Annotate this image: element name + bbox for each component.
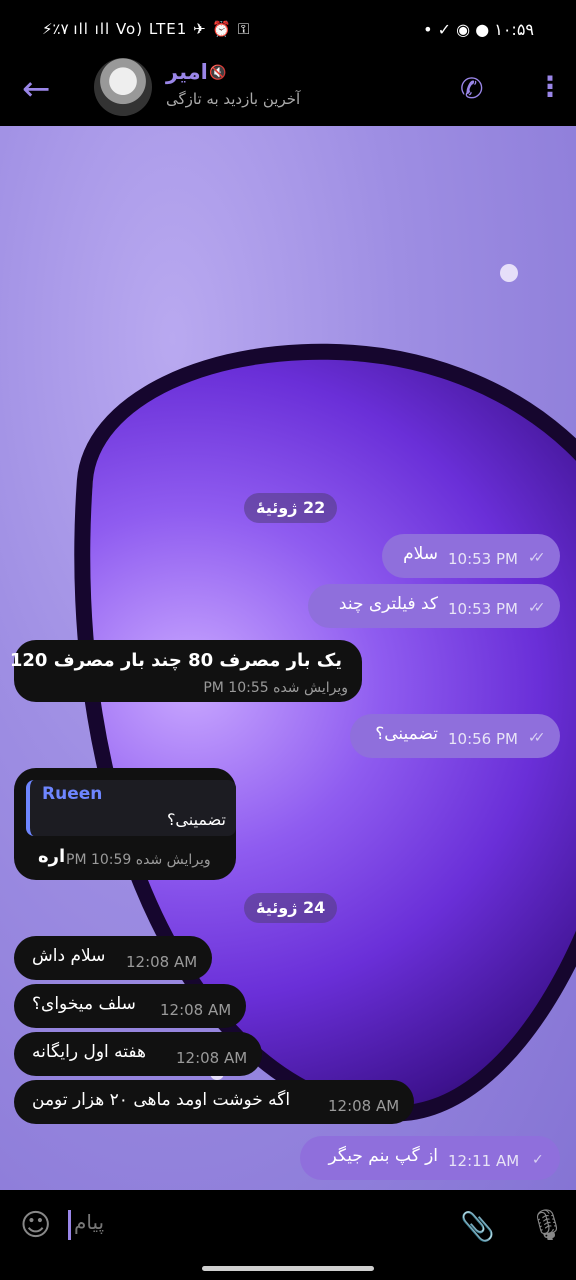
- reply-quote[interactable]: Rueen تضمینی؟: [26, 780, 236, 836]
- message-input[interactable]: پیام: [74, 1210, 104, 1234]
- message-bubble-incoming[interactable]: سلف میخوای؟ 12:08 AM: [14, 984, 246, 1028]
- message-time: 10:56 PM: [448, 730, 518, 748]
- message-bubble-incoming[interactable]: هفته اول رایگانه 12:08 AM: [14, 1032, 262, 1076]
- text-cursor: [68, 1210, 71, 1240]
- chat-name[interactable]: امیر: [166, 60, 208, 84]
- status-left: ⚡٪۷ ıll ıll Vo) LTE1 ✈ ⏰ ⚿: [42, 20, 251, 38]
- message-edited-time: ویرایش شده 10:59 PM: [66, 852, 211, 868]
- message-input-bar: ☺ پیام 📎 🎙: [0, 1190, 576, 1280]
- message-text: کد فیلتری چند: [338, 594, 438, 614]
- microphone-icon[interactable]: 🎙: [528, 1208, 566, 1243]
- system-nav-handle[interactable]: [202, 1266, 374, 1271]
- message-text: اره: [38, 846, 66, 867]
- message-text: از گپ بنم جیگر: [328, 1146, 438, 1166]
- message-bubble-outgoing[interactable]: سلام 10:53 PM ✓✓: [382, 534, 560, 578]
- message-time: 10:53 PM: [448, 550, 518, 568]
- message-text: سلام: [403, 544, 438, 564]
- message-text: سلف میخوای؟: [32, 994, 136, 1014]
- reply-text: تضمینی؟: [166, 810, 226, 829]
- message-text: اگه خوشت اومد ماهی ۲۰ هزار تومن: [32, 1090, 291, 1110]
- message-bubble-incoming-reply[interactable]: Rueen تضمینی؟ اره ویرایش شده 10:59 PM: [14, 768, 236, 880]
- chat-header: ← امیر 🔇 آخرین بازدید به تازگی ✆ ⋮: [0, 58, 576, 126]
- last-seen-status: آخرین بازدید به تازگی: [166, 90, 301, 108]
- more-vertical-icon[interactable]: ⋮: [536, 70, 564, 103]
- check-icon: ✓: [532, 1152, 543, 1168]
- double-check-icon: ✓✓: [528, 730, 546, 746]
- emoji-icon[interactable]: ☺: [20, 1208, 51, 1243]
- double-check-icon: ✓✓: [528, 550, 546, 566]
- message-bubble-incoming[interactable]: اگه خوشت اومد ماهی ۲۰ هزار تومن 12:08 AM: [14, 1080, 414, 1124]
- back-arrow-icon[interactable]: ←: [22, 72, 51, 106]
- attach-icon[interactable]: 📎: [460, 1210, 495, 1243]
- message-edited-time: ویرایش شده 10:55 PM: [203, 680, 348, 696]
- status-bar: ⚡٪۷ ıll ıll Vo) LTE1 ✈ ⏰ ⚿ • ✓ ◉ ● ۱۰:۵۹: [0, 0, 576, 58]
- message-bubble-incoming[interactable]: یک بار مصرف 80 چند بار مصرف 120 ویرایش ش…: [10, 640, 362, 702]
- paint-splash: [500, 264, 518, 282]
- reply-author: Rueen: [42, 784, 103, 804]
- message-text: سلام داش: [32, 946, 106, 966]
- status-right: • ✓ ◉ ● ۱۰:۵۹: [423, 20, 534, 39]
- message-time: 12:11 AM: [448, 1152, 520, 1170]
- message-bubble-outgoing[interactable]: کد فیلتری چند 10:53 PM ✓✓: [308, 584, 560, 628]
- message-text: تضمینی؟: [375, 724, 438, 744]
- message-time: 12:08 AM: [126, 953, 198, 971]
- message-time: 12:08 AM: [176, 1049, 248, 1067]
- message-bubble-outgoing[interactable]: از گپ بنم جیگر 12:11 AM ✓: [300, 1136, 560, 1180]
- mute-icon: 🔇: [209, 65, 227, 81]
- message-time: 12:08 AM: [328, 1097, 400, 1115]
- message-text: هفته اول رایگانه: [32, 1042, 146, 1062]
- double-check-icon: ✓✓: [528, 600, 546, 616]
- message-time: 12:08 AM: [160, 1001, 232, 1019]
- message-bubble-incoming[interactable]: سلام داش 12:08 AM: [14, 936, 212, 980]
- message-text: یک بار مصرف 80 چند بار مصرف 120: [9, 650, 342, 671]
- message-bubble-outgoing[interactable]: تضمینی؟ 10:56 PM ✓✓: [350, 714, 560, 758]
- message-time: 10:53 PM: [448, 600, 518, 618]
- phone-icon[interactable]: ✆: [460, 72, 483, 105]
- avatar[interactable]: [94, 58, 152, 116]
- chat-area[interactable]: 22 ژوئیهٔ سلام 10:53 PM ✓✓ کد فیلتری چند…: [0, 126, 576, 1190]
- date-separator: 22 ژوئیهٔ: [244, 493, 338, 523]
- date-separator: 24 ژوئیهٔ: [244, 893, 338, 923]
